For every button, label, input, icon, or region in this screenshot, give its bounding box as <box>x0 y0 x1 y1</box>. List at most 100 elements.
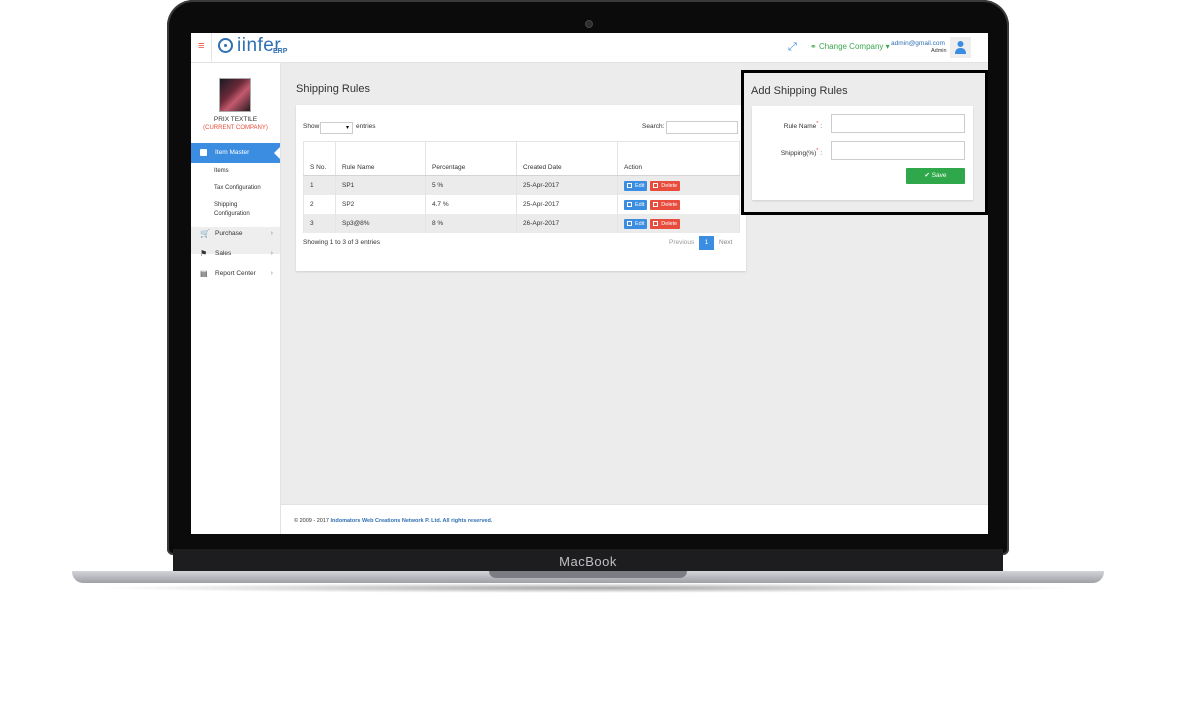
submenu-tax-configuration[interactable]: Tax Configuration <box>214 185 261 191</box>
cell-created-date: 25-Apr-2017 <box>516 195 618 214</box>
camera-icon <box>585 20 593 28</box>
cell-rule-name: SP1 <box>335 175 426 195</box>
page-title: Shipping Rules <box>296 83 370 95</box>
cart-icon: 🛒 <box>200 229 210 238</box>
label-colon: : <box>820 123 822 131</box>
expand-icon[interactable]: ⤢ <box>788 41 797 54</box>
delete-button[interactable]: Delete <box>650 218 681 229</box>
sidebar-item-label: Item Master <box>215 149 250 156</box>
rule-name-input[interactable] <box>831 114 965 133</box>
laptop-notch <box>489 571 687 578</box>
delete-label: Delete <box>661 182 678 189</box>
user-menu-button[interactable] <box>950 37 971 58</box>
cell-sno: 1 <box>303 175 336 195</box>
footer-copyright: © 2009 - 2017 <box>294 518 329 524</box>
device-brand: MacBook <box>559 554 617 569</box>
table-row: 2 SP2 4.7 % 25-Apr-2017 Edit Delete <box>303 195 740 214</box>
column-header-created-date[interactable]: Created Date <box>516 141 618 176</box>
edit-button[interactable]: Edit <box>624 180 648 191</box>
edit-button[interactable]: Edit <box>624 218 648 229</box>
column-header-sno[interactable]: S No. <box>303 141 336 176</box>
bar-chart-icon: ▤ <box>200 269 208 278</box>
check-icon: ✔ <box>924 172 930 179</box>
cell-percentage: 8 % <box>425 214 517 233</box>
submenu-shipping-label: Shipping <box>214 202 238 208</box>
required-mark: * <box>816 148 819 154</box>
trash-icon <box>653 201 659 207</box>
pagination-next[interactable]: Next <box>719 239 732 246</box>
top-bar: ≡ iinfer ERP ⤢ ⚭ Change Company ▾ admin@… <box>191 33 988 63</box>
cell-created-date: 26-Apr-2017 <box>516 214 618 233</box>
cell-rule-name: SP2 <box>335 195 426 214</box>
sidebar-item-report-center[interactable]: ▤ Report Center › <box>191 265 280 283</box>
submenu-configuration-label: Configuration <box>214 211 250 217</box>
user-icon <box>955 41 966 54</box>
add-shipping-rules-highlight: Add Shipping Rules Rule Name* : Shipping… <box>741 70 988 215</box>
show-label: Show <box>303 123 320 130</box>
edit-button[interactable]: Edit <box>624 199 648 210</box>
edit-label: Edit <box>635 220 645 227</box>
edit-label: Edit <box>635 182 645 189</box>
logo-suffix: ERP <box>273 48 288 55</box>
cell-action: Edit Delete <box>617 175 740 195</box>
tag-icon: ⚑ <box>200 249 208 258</box>
sidebar-item-label: Purchase <box>215 230 243 237</box>
user-role: Admin <box>931 48 947 54</box>
delete-button[interactable]: Delete <box>650 199 681 210</box>
cell-action: Edit Delete <box>617 195 740 214</box>
laptop-shadow <box>92 583 1084 593</box>
column-header-percentage[interactable]: Percentage <box>425 141 517 176</box>
footer-company-link[interactable]: Indomators Web Creations Network P. Ltd.… <box>330 518 492 524</box>
pagination-page-1[interactable]: 1 <box>699 236 714 250</box>
chevron-right-icon: › <box>270 230 273 237</box>
edit-icon <box>627 220 632 226</box>
rule-name-label: Rule Name* : <box>752 121 822 130</box>
shipping-rules-card: Show ▾ entries Search: S No. Rule Name P… <box>296 105 746 271</box>
pagination-previous[interactable]: Previous <box>669 239 694 246</box>
search-input[interactable] <box>666 121 738 134</box>
caret-down-icon: ▾ <box>885 42 890 51</box>
page-length-select[interactable]: ▾ <box>320 122 353 134</box>
shipping-percent-label: Shipping(%)* : <box>752 148 822 157</box>
laptop-chin: MacBook <box>173 549 1003 573</box>
sidebar-item-sales[interactable]: ⚑ Sales › <box>191 245 280 263</box>
cell-action: Edit Delete <box>617 214 740 233</box>
cell-sno: 3 <box>303 214 336 233</box>
user-email: admin@gmail.com <box>891 40 945 47</box>
add-form-card: Rule Name* : Shipping(%)* : ✔ Save <box>752 106 973 200</box>
chevron-right-icon: › <box>270 270 273 277</box>
column-header-rule-name[interactable]: Rule Name <box>335 141 426 176</box>
add-shipping-rules-panel: Add Shipping Rules Rule Name* : Shipping… <box>744 73 985 212</box>
footer: © 2009 - 2017 Indomators Web Creations N… <box>281 504 988 534</box>
delete-button[interactable]: Delete <box>650 180 681 191</box>
edit-icon <box>627 201 632 207</box>
hamburger-icon[interactable]: ≡ <box>198 41 204 52</box>
sidebar-item-label: Report Center <box>215 270 256 277</box>
table-header-row: S No. Rule Name Percentage Created Date … <box>303 141 740 176</box>
submenu-items[interactable]: Items <box>214 168 229 174</box>
sidebar: PRIX TEXTILE (CURRENT COMPANY) Item Mast… <box>191 63 281 534</box>
edit-label: Edit <box>635 201 645 208</box>
change-company-dropdown[interactable]: ⚭ Change Company ▾ <box>810 42 890 51</box>
company-avatar <box>219 78 251 112</box>
change-company-label: Change Company <box>818 42 884 51</box>
cell-sno: 2 <box>303 195 336 214</box>
sidebar-item-purchase[interactable]: 🛒 Purchase › <box>191 225 280 243</box>
cell-percentage: 5 % <box>425 175 517 195</box>
column-header-action: Action <box>617 141 740 176</box>
required-mark: * <box>816 121 819 127</box>
save-button[interactable]: ✔ Save <box>906 168 965 184</box>
edit-icon <box>627 182 632 188</box>
logo-divider <box>211 33 212 62</box>
sidebar-item-item-master[interactable]: Item Master <box>191 143 280 163</box>
rule-name-label-text: Rule Name <box>783 123 817 131</box>
entries-label: entries <box>356 123 376 130</box>
shipping-percent-input[interactable] <box>831 141 965 160</box>
current-company-tag: (CURRENT COMPANY) <box>203 125 268 131</box>
gift-icon <box>200 149 207 156</box>
cell-percentage: 4.7 % <box>425 195 517 214</box>
table-info: Showing 1 to 3 of 3 entries <box>303 239 380 246</box>
sidebar-item-label: Sales <box>215 250 232 257</box>
footer-text: © 2009 - 2017 Indomators Web Creations N… <box>294 518 492 524</box>
save-label: Save <box>931 172 947 179</box>
